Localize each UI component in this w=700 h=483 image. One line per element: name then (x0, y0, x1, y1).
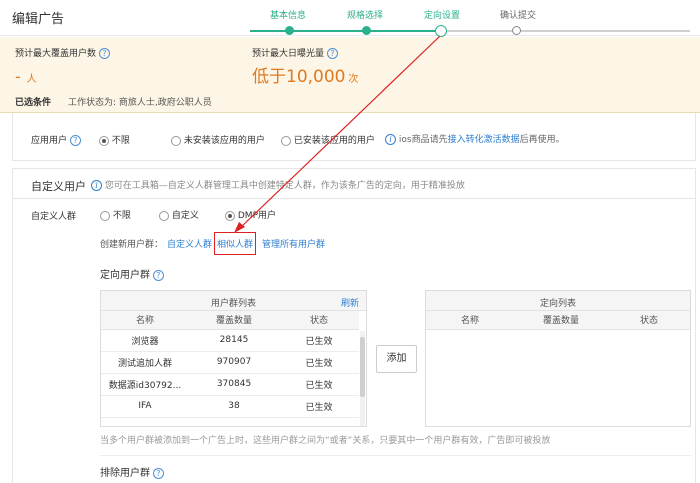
arrow-head-icon (234, 222, 245, 233)
annotation-arrow (234, 35, 441, 233)
arrow-line (239, 35, 441, 229)
